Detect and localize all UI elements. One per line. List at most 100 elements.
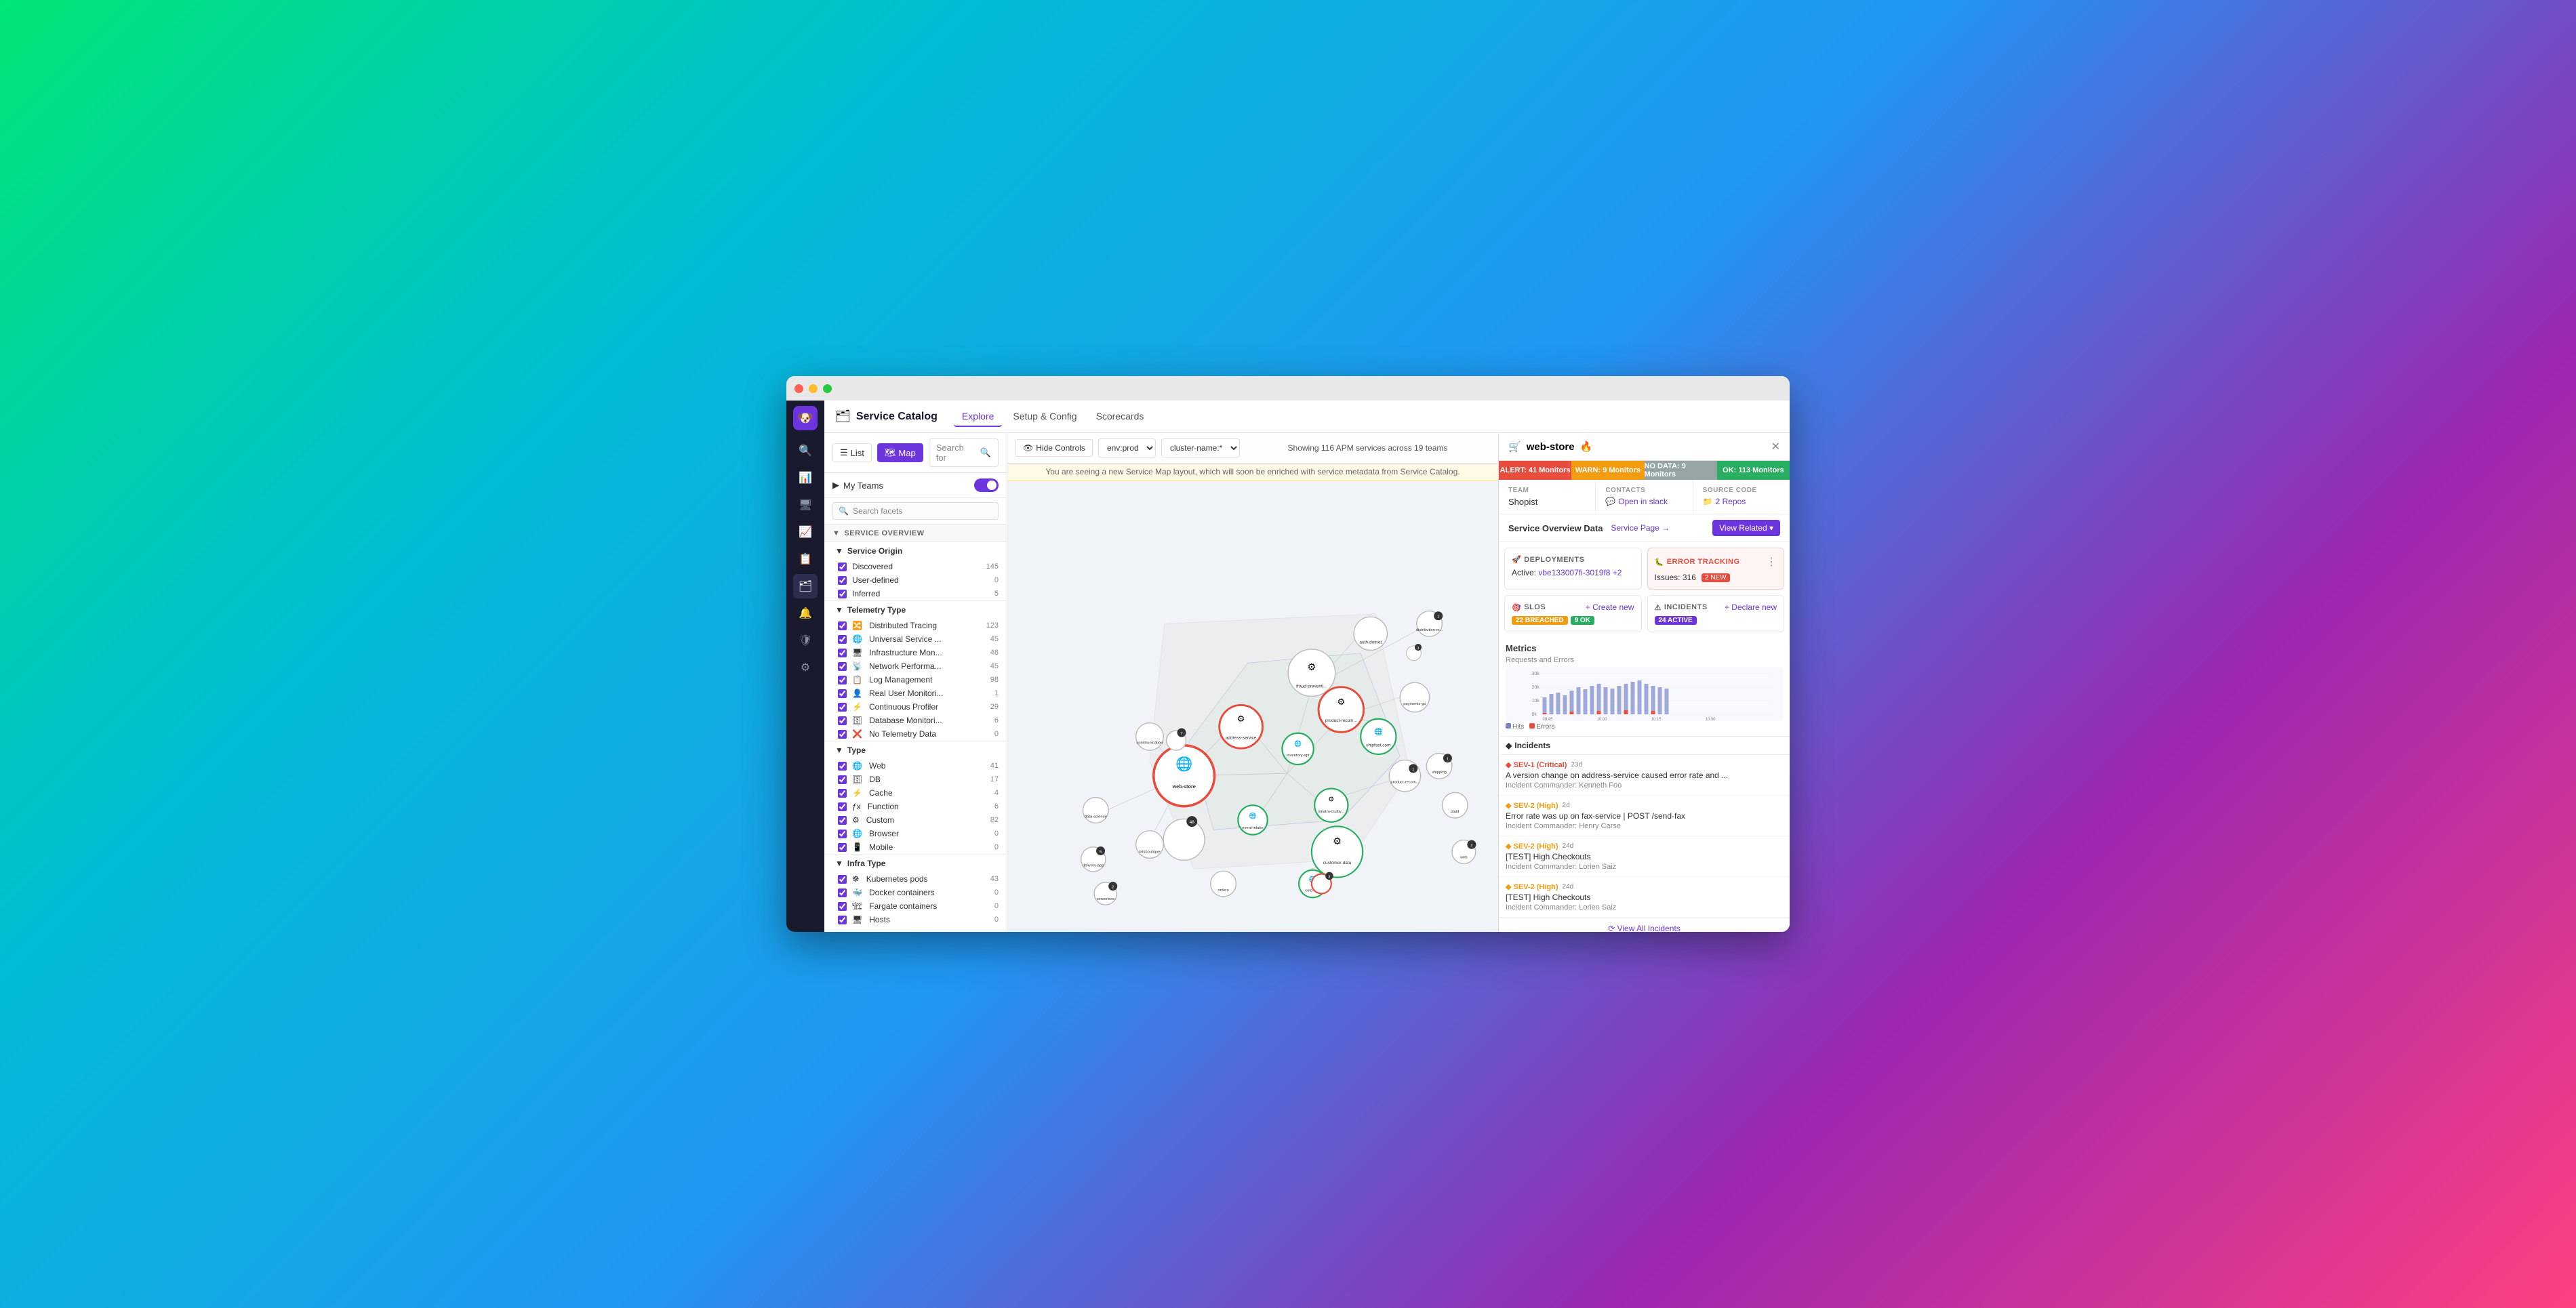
rum-checkbox[interactable] xyxy=(838,689,847,698)
db-mon-checkbox[interactable] xyxy=(838,716,847,725)
maximize-button[interactable] xyxy=(823,384,832,393)
nav-icon-monitors[interactable]: 🔔 xyxy=(793,601,818,626)
user-defined-checkbox[interactable] xyxy=(838,576,847,585)
map-view-button[interactable]: 🗺 Map xyxy=(877,443,923,462)
alert-icon: ⚠ xyxy=(1655,603,1662,612)
repos-link[interactable]: 📁 2 Repos xyxy=(1703,497,1780,506)
list-view-button[interactable]: ☰ List xyxy=(832,443,872,462)
no-telemetry-checkbox[interactable] xyxy=(838,730,847,739)
node-inventory-api[interactable] xyxy=(1282,733,1313,764)
env-select[interactable]: env:prod xyxy=(1098,438,1156,457)
search-facets-input[interactable]: 🔍 Search facets xyxy=(832,502,999,520)
incident-item-0[interactable]: ◆ SEV-1 (Critical) 23d A version change … xyxy=(1499,755,1790,796)
hosts-checkbox[interactable] xyxy=(838,916,847,924)
cache-checkbox[interactable] xyxy=(838,789,847,798)
custom-checkbox[interactable] xyxy=(838,816,847,825)
panel-status-bar: ALERT: 41 Monitors WARN: 9 Monitors NO D… xyxy=(1499,461,1790,480)
more-icon[interactable]: ⋮ xyxy=(1766,555,1777,569)
my-teams-row[interactable]: ▶ My Teams xyxy=(824,473,1007,498)
function-checkbox[interactable] xyxy=(838,802,847,811)
nav-icon-security[interactable]: 🛡 xyxy=(793,628,818,653)
minimize-button[interactable] xyxy=(809,384,818,393)
deployment-link[interactable]: vbe133007fi-3019f8 xyxy=(1538,568,1610,577)
type-header[interactable]: ▼ Type xyxy=(824,741,1007,759)
status-warn[interactable]: WARN: 9 Monitors xyxy=(1571,461,1644,480)
telemetry-type-header[interactable]: ▼ Telemetry Type xyxy=(824,600,1007,619)
browser-checkbox[interactable] xyxy=(838,830,847,838)
dist-tracing-checkbox[interactable] xyxy=(838,621,847,630)
svg-text:⚙: ⚙ xyxy=(1307,662,1316,673)
node-orders[interactable] xyxy=(1211,871,1236,897)
nav-icon-logs[interactable]: 📋 xyxy=(793,547,818,571)
service-overview-header[interactable]: ▼ SERVICE OVERVIEW xyxy=(824,525,1007,541)
node-shipfast[interactable] xyxy=(1361,719,1396,754)
db-checkbox[interactable] xyxy=(838,775,847,784)
node-payments-go[interactable] xyxy=(1400,682,1429,712)
incident-item-1[interactable]: ◆ SEV-2 (High) 2d Error rate was up on f… xyxy=(1499,796,1790,836)
close-panel-button[interactable]: ✕ xyxy=(1771,440,1780,453)
network-perf-checkbox[interactable] xyxy=(838,662,847,671)
nav-icon-search[interactable]: 🔍 xyxy=(793,438,818,463)
node-event-intake[interactable] xyxy=(1238,805,1267,834)
incident-sub-2: Incident Commander: Lorien Saiz xyxy=(1506,863,1783,871)
docker-checkbox[interactable] xyxy=(838,888,847,897)
slos-create[interactable]: + Create new xyxy=(1586,602,1634,612)
svg-text:distribution-m...: distribution-m... xyxy=(1416,628,1443,632)
node-address-service[interactable] xyxy=(1220,705,1263,748)
service-origin-header[interactable]: ▼ Service Origin xyxy=(824,541,1007,560)
nav-item-explore[interactable]: Explore xyxy=(954,407,1002,427)
log-mgmt-checkbox[interactable] xyxy=(838,676,847,684)
nav-icon-dashboard[interactable]: 📊 xyxy=(793,466,818,490)
node-sinatra[interactable] xyxy=(1314,789,1348,822)
node-communication[interactable] xyxy=(1136,723,1164,751)
k8s-checkbox[interactable] xyxy=(838,875,847,884)
node-data-science[interactable] xyxy=(1083,798,1108,823)
mobile-checkbox[interactable] xyxy=(838,843,847,852)
node-plaid[interactable] xyxy=(1442,792,1468,818)
discovered-checkbox[interactable] xyxy=(838,563,847,571)
slack-link[interactable]: 💬 Open in slack xyxy=(1605,497,1683,506)
node-auth-dotnet[interactable] xyxy=(1354,617,1387,650)
nav-item-setup[interactable]: Setup & Config xyxy=(1005,407,1085,427)
search-for-container[interactable]: Search for 🔍 xyxy=(929,438,999,467)
node-product-recom[interactable] xyxy=(1319,687,1364,733)
my-teams-toggle[interactable] xyxy=(974,478,999,492)
cont-profiler-checkbox[interactable] xyxy=(838,703,847,712)
close-button[interactable] xyxy=(794,384,803,393)
node-large-48[interactable] xyxy=(1163,819,1205,860)
slos-card: 🎯 SLOs + Create new 22 BREACHED 9 OK xyxy=(1504,595,1642,632)
view-related-button[interactable]: View Related ▾ xyxy=(1712,520,1780,536)
svg-text:⚙: ⚙ xyxy=(1328,796,1334,803)
node-web-store[interactable] xyxy=(1154,745,1215,806)
nav-item-scorecards[interactable]: Scorecards xyxy=(1088,407,1152,427)
panel-meta: TEAM Shopist CONTACTS 💬 Open in slack SO… xyxy=(1499,480,1790,514)
cluster-select[interactable]: cluster-name:* xyxy=(1161,438,1240,457)
content-area: ☰ List 🗺 Map Search for 🔍 xyxy=(824,433,1790,932)
nav-icon-apm[interactable]: 📈 xyxy=(793,520,818,544)
inferred-checkbox[interactable] xyxy=(838,590,847,598)
service-page-link[interactable]: Service Page → xyxy=(1611,523,1670,533)
node-product-recom2[interactable] xyxy=(1389,760,1420,792)
view-all-incidents-button[interactable]: ⟳ View All Incidents xyxy=(1499,918,1790,932)
status-alert[interactable]: ALERT: 41 Monitors xyxy=(1499,461,1571,480)
web-checkbox[interactable] xyxy=(838,762,847,771)
svg-text:2: 2 xyxy=(1112,886,1114,890)
hide-controls-button[interactable]: 👁 Hide Controls xyxy=(1015,439,1093,457)
status-ok[interactable]: OK: 113 Monitors xyxy=(1717,461,1790,480)
svg-text:5: 5 xyxy=(1100,850,1102,854)
universal-service-checkbox[interactable] xyxy=(838,635,847,644)
fargate-checkbox[interactable] xyxy=(838,902,847,911)
nav-icon-settings[interactable]: ⚙ xyxy=(793,655,818,680)
status-nodata[interactable]: NO DATA: 9 Monitors xyxy=(1645,461,1717,480)
node-customer-data[interactable] xyxy=(1312,826,1363,877)
nav-icon-infrastructure[interactable]: 🖥 xyxy=(793,493,818,517)
svg-text:auth-dotnet: auth-dotnet xyxy=(1359,640,1382,645)
incident-item-2[interactable]: ◆ SEV-2 (High) 24d [TEST] High Checkouts… xyxy=(1499,836,1790,877)
incidents-declare[interactable]: + Declare new xyxy=(1725,602,1777,612)
infra-type-header[interactable]: ▼ Infra Type xyxy=(824,854,1007,872)
sev2-badge: ◆ SEV-2 (High) xyxy=(1506,882,1558,891)
nav-icon-service-catalog[interactable]: 🗂 xyxy=(793,574,818,598)
infra-mon-checkbox[interactable] xyxy=(838,649,847,657)
incident-item-3[interactable]: ◆ SEV-2 (High) 24d [TEST] High Checkouts… xyxy=(1499,877,1790,918)
incident-severity-row: ◆ SEV-2 (High) 24d xyxy=(1506,882,1783,891)
